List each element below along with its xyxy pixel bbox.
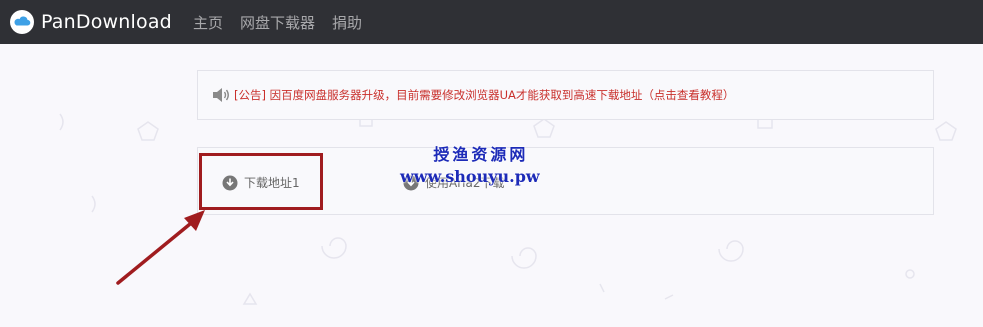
watermark: 授渔资源网 www.shouyu.pw bbox=[400, 141, 540, 186]
watermark-url: www.shouyu.pw bbox=[400, 167, 540, 186]
watermark-title: 授渔资源网 bbox=[433, 145, 529, 164]
